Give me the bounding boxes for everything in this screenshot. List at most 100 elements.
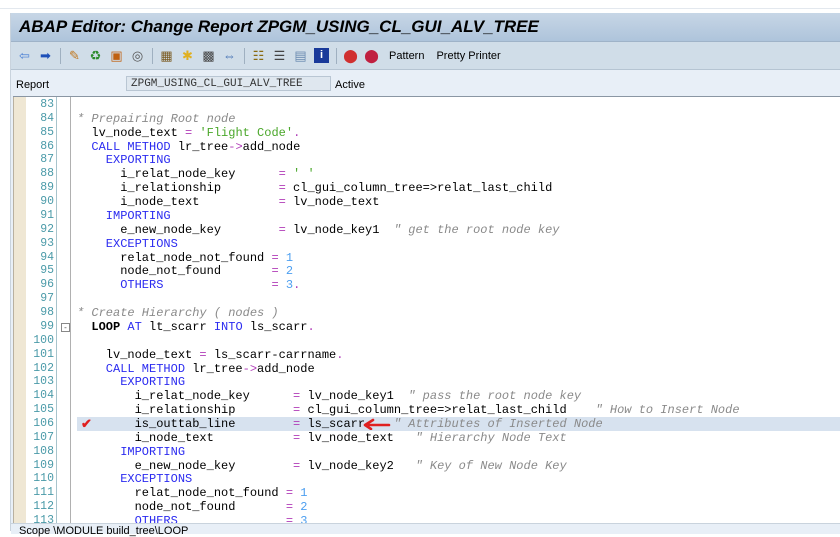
line-number: 93 [40, 236, 54, 250]
code-line[interactable]: 91 IMPORTING [13, 209, 840, 223]
token-identifier: lt_scarr [149, 319, 214, 334]
code-line[interactable]: 86 CALL METHOD lr_tree->add_node [13, 140, 840, 154]
code-line[interactable]: 97 [13, 292, 840, 306]
code-text: lv_node_text = 'Flight Code'. [77, 126, 840, 140]
token-operator: = [285, 500, 294, 515]
where-used-icon[interactable]: ▦ [159, 48, 174, 63]
code-line[interactable]: 83 [13, 98, 840, 112]
code-line[interactable]: 102 CALL METHOD lr_tree->add_node [13, 362, 840, 376]
token-identifier: e_new_node_key [77, 222, 279, 237]
line-number: 96 [40, 278, 54, 292]
token-operator: = [271, 278, 279, 293]
display-change-icon[interactable]: ✎ [67, 48, 82, 63]
code-line[interactable]: 101 lv_node_text = ls_scarr-carrname. [13, 348, 840, 362]
token-identifier: is_outtab_line [77, 417, 294, 431]
hierarchy-icon[interactable]: ☷ [251, 48, 266, 63]
token-keyword: EXCEPTIONS [77, 472, 193, 487]
token-keyword: EXPORTING [77, 153, 171, 168]
code-line[interactable]: 105 i_relationship = cl_gui_column_tree=… [13, 403, 840, 417]
breakpoint-icon[interactable]: ⬤ [343, 48, 358, 63]
token-string-literal: 'Flight Code' [199, 125, 294, 140]
code-line[interactable]: 112 node_not_found = 2 [13, 500, 840, 514]
pattern-button[interactable]: Pattern [389, 50, 424, 62]
token-identifier: relat_node_not_found [77, 486, 286, 501]
activate-icon[interactable]: ▣ [109, 48, 124, 63]
token-operator: -> [242, 361, 258, 376]
code-line[interactable]: 111 relat_node_not_found = 1 [13, 486, 840, 500]
back-arrow-icon[interactable]: ⇦ [17, 48, 32, 63]
code-text: IMPORTING [77, 209, 840, 223]
code-line[interactable]: 93 EXCEPTIONS [13, 237, 840, 251]
code-editor[interactable]: 83 84 * Prepairing Root node 85 lv_node_tex… [13, 96, 840, 524]
code-line[interactable]: 110 EXCEPTIONS [13, 472, 840, 486]
token-operator: = [271, 250, 279, 265]
token-keyword: LOOP [77, 319, 128, 334]
help-info-icon[interactable]: i [314, 48, 329, 63]
code-text: * Create Hierarchy ( nodes ) [77, 306, 840, 320]
report-row: Report ZPGM_USING_CL_GUI_ALV_TREE Active [11, 71, 840, 96]
stack-icon[interactable]: ☰ [272, 48, 287, 63]
token-identifier: i_relat_node_key [77, 389, 294, 404]
code-line[interactable]: 107 i_node_text = lv_node_text " Hierarc… [13, 431, 840, 445]
token-keyword: CALL METHOD [77, 139, 178, 154]
check-syntax-icon[interactable]: ♻ [88, 48, 103, 63]
token-number-literal: 1 [285, 250, 294, 265]
code-line[interactable]: 99- LOOP AT lt_scarr INTO ls_scarr. [13, 320, 840, 334]
code-line[interactable]: 94 relat_node_not_found = 1 [13, 251, 840, 265]
token-identifier: lr_tree [192, 361, 243, 376]
fold-toggle-icon[interactable]: - [61, 322, 70, 332]
object-list-icon[interactable]: ▩ [201, 48, 216, 63]
token-identifier: node_not_found [77, 500, 286, 515]
code-line[interactable]: 98 * Create Hierarchy ( nodes ) [13, 306, 840, 320]
token-number-literal: 2 [285, 264, 294, 279]
line-number: 104 [33, 389, 54, 403]
token-operator: . [336, 347, 344, 362]
code-line[interactable]: 84 * Prepairing Root node [13, 112, 840, 126]
code-line[interactable]: 106 is_outtab_line = ls_scarr " Attribut… [13, 417, 840, 431]
enhance-icon[interactable]: ✱ [180, 48, 195, 63]
token-identifier: i_node_text [77, 195, 279, 210]
code-text: CALL METHOD lr_tree->add_node [77, 140, 840, 154]
line-number: 86 [40, 139, 54, 153]
code-line[interactable]: 90 i_node_text = lv_node_text [13, 195, 840, 209]
line-number: 111 [33, 486, 54, 500]
code-line[interactable]: 96 OTHERS = 3. [13, 278, 840, 292]
token-number-literal: 3 [285, 278, 294, 293]
toolbar-separator [336, 47, 337, 64]
test-run-icon[interactable]: ◎ [130, 48, 145, 63]
token-operator: = [199, 347, 207, 362]
red-checkmark-icon: ✔ [81, 416, 92, 431]
code-line[interactable]: 103 EXPORTING [13, 375, 840, 389]
token-operator: . [293, 278, 301, 293]
scope-text: Scope \MODULE build_tree\LOOP [19, 525, 189, 537]
code-line[interactable]: 108 IMPORTING [13, 445, 840, 459]
code-line[interactable]: 92 e_new_node_key = lv_node_key1 " get t… [13, 223, 840, 237]
code-line[interactable]: 89 i_relationship = cl_gui_column_tree=>… [13, 181, 840, 195]
red-arrow-icon [363, 418, 391, 430]
token-identifier: node_not_found [77, 264, 272, 279]
token-identifier: add_node [242, 139, 301, 154]
forward-arrow-icon[interactable]: ➡ [38, 48, 53, 63]
code-line[interactable]: 87 EXPORTING [13, 153, 840, 167]
user-breakpoint-icon[interactable]: ⬤ [364, 48, 379, 63]
token-number-literal: 2 [300, 500, 308, 515]
token-keyword: AT [127, 319, 150, 334]
token-comment: * Prepairing Root node [77, 111, 236, 126]
application-toolbar: ⇦ ➡ ✎ ♻ ▣ ◎ ▦ ✱ ▩ ⇔ ☷ ☰ ▤ i ⬤ ⬤ Pattern … [11, 42, 840, 70]
layout-icon[interactable]: ▤ [293, 48, 308, 63]
token-operator: . [293, 125, 301, 140]
code-line[interactable]: 88 i_relat_node_key = ' ' [13, 167, 840, 181]
code-text: i_relationship = cl_gui_column_tree=>rel… [77, 181, 840, 195]
code-line[interactable]: 104 i_relat_node_key = lv_node_key1 " pa… [13, 389, 840, 403]
code-line[interactable]: 100 [13, 334, 840, 348]
line-number: 97 [40, 292, 54, 306]
code-line[interactable]: 95 node_not_found = 2 [13, 264, 840, 278]
pretty-printer-button[interactable]: Pretty Printer [436, 50, 500, 62]
code-line[interactable]: 85 lv_node_text = 'Flight Code'. [13, 126, 840, 140]
toolbar-separator [60, 47, 61, 64]
navigation-window-icon[interactable]: ⇔ [222, 48, 237, 63]
line-number: 99 [40, 319, 54, 333]
code-line[interactable]: 109 e_new_node_key = lv_node_key2 " Key … [13, 459, 840, 473]
code-text: i_node_text = lv_node_text " Hierarchy N… [77, 431, 840, 445]
